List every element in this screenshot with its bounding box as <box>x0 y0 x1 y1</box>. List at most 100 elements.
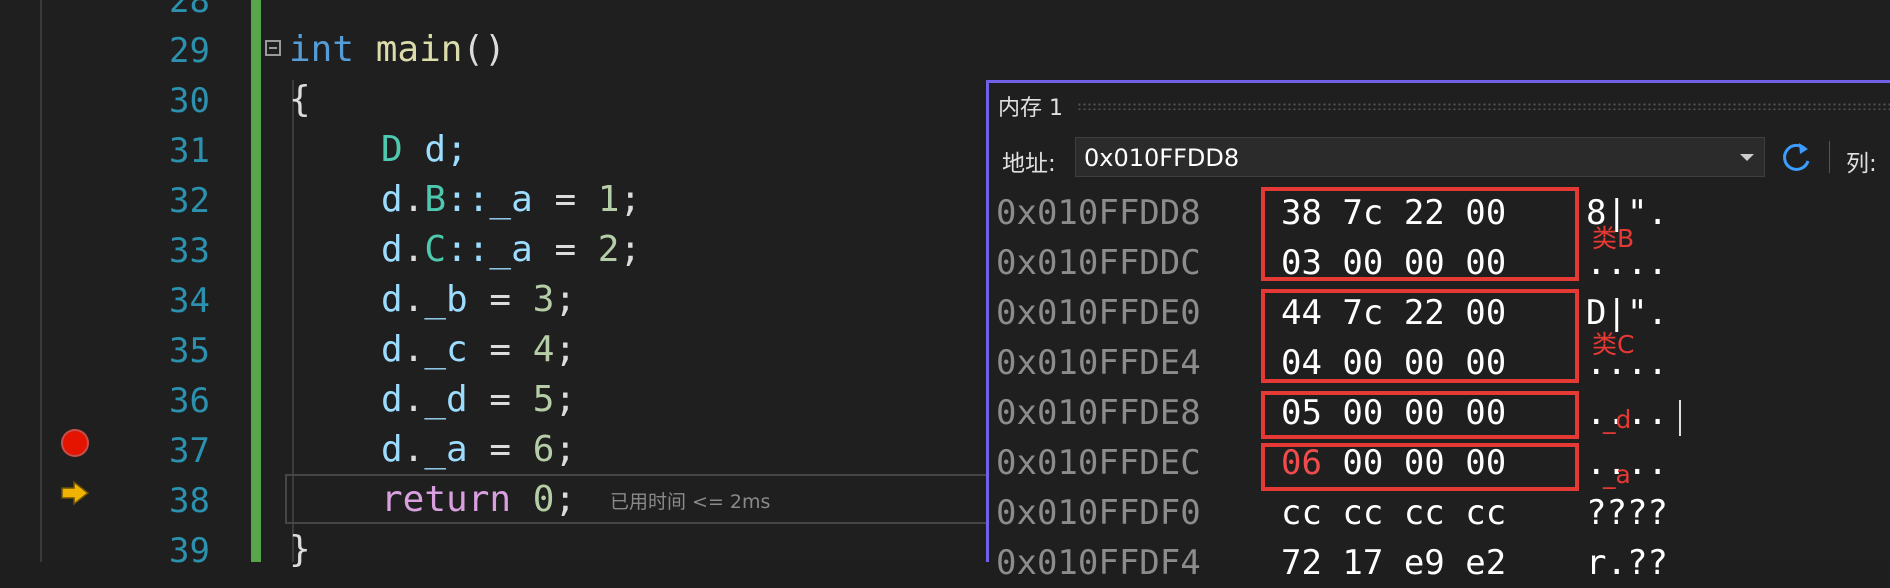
line-number: 34 <box>169 281 210 321</box>
memory-address: 0x010FFDD8 <box>996 193 1201 233</box>
assign-op: = <box>532 179 598 220</box>
object-ref: d <box>381 329 403 370</box>
scope-name: C <box>424 229 447 270</box>
memory-toolbar: 地址: 0x010FFDD8 列: <box>989 135 1890 183</box>
function-name: main <box>375 29 463 70</box>
chevron-down-icon[interactable] <box>1740 154 1754 161</box>
member-name: ::_a <box>446 179 533 220</box>
member-dot: . <box>402 329 425 370</box>
memory-window-title: 内存 1 <box>998 95 1063 121</box>
memory-address: 0x010FFDE8 <box>996 393 1201 433</box>
number-literal: 6 <box>532 429 555 470</box>
member-name: _b <box>424 279 468 320</box>
code-line-30: { <box>289 79 311 120</box>
memory-window-titlebar[interactable]: 内存 1 <box>989 83 1890 128</box>
parens: () <box>462 29 506 70</box>
type-name: D <box>381 129 403 170</box>
text-cursor <box>1679 400 1681 436</box>
annotation-member-a: _a <box>1603 460 1631 489</box>
memory-address: 0x010FFDE0 <box>996 293 1201 333</box>
change-tracking-bar <box>251 0 261 562</box>
line-number: 32 <box>169 181 210 221</box>
assign-op: = <box>467 429 533 470</box>
number-literal: 5 <box>532 379 555 420</box>
current-statement-arrow-icon <box>61 480 90 506</box>
class-b-highlight-box <box>1261 187 1579 281</box>
line-number: 37 <box>169 431 210 471</box>
line-number: 36 <box>169 381 210 421</box>
member-dot: . <box>402 179 425 220</box>
annotation-class-c: 类C <box>1592 330 1635 359</box>
annotation-member-d: _d <box>1603 405 1632 434</box>
assign-op: = <box>467 379 533 420</box>
object-ref: d <box>381 279 403 320</box>
code-line-38: return 0; <box>381 475 576 525</box>
code-line-32: d.B::_a = 1; <box>381 175 641 225</box>
collapse-toggle-icon[interactable] <box>265 40 281 56</box>
memory-address: 0x010FFDEC <box>996 443 1201 483</box>
keyword: return <box>381 479 512 520</box>
refresh-icon[interactable] <box>1779 139 1815 175</box>
line-number: 29 <box>169 31 210 71</box>
code-line-37: d._a = 6; <box>381 425 576 475</box>
line-number: 35 <box>169 331 210 371</box>
address-combobox[interactable]: 0x010FFDD8 <box>1075 137 1765 177</box>
member-name: ::_a <box>446 229 533 270</box>
line-number: 39 <box>169 531 210 571</box>
semicolon: ; <box>619 229 642 270</box>
memory-bytes[interactable]: cc cc cc cc <box>1281 488 1506 538</box>
class-c-highlight-box <box>1261 289 1579 383</box>
perf-tip[interactable]: 已用时间 <= 2ms <box>610 487 770 514</box>
object-ref: d <box>381 429 403 470</box>
member-d-highlight-box <box>1261 391 1579 439</box>
line-number: 33 <box>169 231 210 271</box>
memory-address: 0x010FFDF0 <box>996 493 1201 533</box>
code-line-36: d._d = 5; <box>381 375 576 425</box>
object-ref: d <box>381 379 403 420</box>
memory-ascii[interactable]: ???? <box>1586 488 1668 538</box>
semicolon: ; <box>554 479 577 520</box>
memory-address: 0x010FFDE4 <box>996 343 1201 383</box>
line-number: 30 <box>169 81 210 121</box>
assign-op: = <box>467 279 533 320</box>
memory-address: 0x010FFDF4 <box>996 543 1201 583</box>
drag-grip[interactable] <box>1077 101 1890 110</box>
member-dot: . <box>402 279 425 320</box>
breakpoint-icon[interactable] <box>61 429 89 457</box>
number-literal: 3 <box>532 279 555 320</box>
code-line-33: d.C::_a = 2; <box>381 225 641 275</box>
indicator-margin-divider <box>40 0 42 562</box>
memory-bytes[interactable]: 72 17 e9 e2 <box>1281 538 1506 588</box>
declaration: d; <box>402 129 468 170</box>
semicolon: ; <box>619 179 642 220</box>
semicolon: ; <box>554 379 577 420</box>
line-number: 28 <box>169 0 210 21</box>
semicolon: ; <box>554 429 577 470</box>
code-line-31: D d; <box>381 125 468 175</box>
code-line-34: d._b = 3; <box>381 275 576 325</box>
member-dot: . <box>402 379 425 420</box>
member-name: _c <box>424 329 468 370</box>
keyword: int <box>289 29 355 70</box>
number-literal: 4 <box>532 329 555 370</box>
line-number: 38 <box>169 481 210 521</box>
assign-op: = <box>532 229 598 270</box>
address-label: 地址: <box>1002 151 1056 177</box>
line-number: 31 <box>169 131 210 171</box>
member-dot: . <box>402 429 425 470</box>
address-value[interactable]: 0x010FFDD8 <box>1084 144 1239 172</box>
memory-address: 0x010FFDDC <box>996 243 1201 283</box>
memory-ascii[interactable]: r.?? <box>1586 538 1668 588</box>
object-ref: d <box>381 229 403 270</box>
annotation-class-b: 类B <box>1592 224 1635 253</box>
member-name: _d <box>424 379 468 420</box>
number-literal: 2 <box>597 229 620 270</box>
semicolon: ; <box>554 329 577 370</box>
number-literal: 0 <box>532 479 555 520</box>
code-line-29: int main() <box>289 25 506 75</box>
assign-op: = <box>467 329 533 370</box>
object-ref: d <box>381 179 403 220</box>
code-line-35: d._c = 4; <box>381 325 576 375</box>
toolbar-separator <box>1829 141 1830 173</box>
semicolon: ; <box>554 279 577 320</box>
